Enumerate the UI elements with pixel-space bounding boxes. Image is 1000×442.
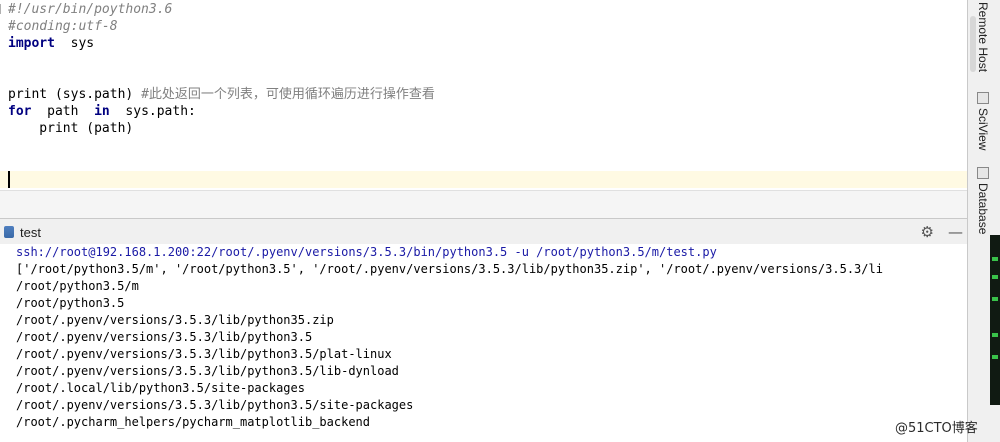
console-command-line: ssh://root@192.168.1.200:22/root/.pyenv/… xyxy=(16,245,717,259)
sidebar-tab-label: Remote Host xyxy=(976,2,990,73)
console-output-line: ['/root/python3.5/m', '/root/python3.5',… xyxy=(16,262,883,276)
loop-iterable: sys.path: xyxy=(109,104,196,119)
console-output-line: /root/.pycharm_helpers/pycharm_matplotli… xyxy=(16,415,371,429)
run-tab-test[interactable]: test xyxy=(0,219,41,245)
database-icon xyxy=(977,167,989,179)
watermark: @51CTO博客 xyxy=(895,421,978,436)
loop-variable: path xyxy=(31,104,95,119)
sidebar-tab-label: Database xyxy=(976,183,990,235)
code-line-print-sys-path: print (sys.path) #此处返回一个列表，可使用循环遍历进行操作查看 xyxy=(8,86,435,103)
run-panel-tools: ⚙ — xyxy=(921,223,963,241)
sidebar-tab-sciview[interactable]: SciView xyxy=(972,92,994,150)
sciview-icon xyxy=(977,92,989,104)
code-line-import: import sys xyxy=(8,35,94,52)
terminal-glyph xyxy=(992,275,998,279)
keyword-import: import xyxy=(8,36,55,51)
run-tab-label: test xyxy=(20,224,41,240)
import-target: sys xyxy=(54,36,95,51)
text-caret xyxy=(8,171,10,188)
run-console[interactable]: ssh://root@192.168.1.200:22/root/.pyenv/… xyxy=(0,244,967,442)
console-output-line: /root/python3.5/m xyxy=(16,279,139,293)
code-line-print-path: print (path) xyxy=(8,121,134,136)
console-output-line: /root/.local/lib/python3.5/site-packages xyxy=(16,381,305,395)
sidebar-tab-label: SciView xyxy=(976,108,990,151)
console-output-line: /root/.pyenv/versions/3.5.3/lib/python3.… xyxy=(16,347,392,361)
code-line-encoding: #conding:utf-8 xyxy=(8,19,118,34)
fold-marker[interactable] xyxy=(0,4,7,14)
code-line-for-loop: for path in sys.path: xyxy=(8,103,196,120)
gear-icon[interactable]: ⚙ xyxy=(921,223,934,241)
keyword-for: for xyxy=(8,104,32,119)
sidebar-tab-remote-host[interactable]: Remote Host xyxy=(972,2,994,72)
console-output-line: /root/.pyenv/versions/3.5.3/lib/python35… xyxy=(16,313,334,327)
terminal-glyph xyxy=(992,355,998,359)
keyword-in: in xyxy=(94,104,110,119)
print-call: print (sys.path) xyxy=(8,87,142,102)
terminal-glyph xyxy=(992,257,998,261)
terminal-glyph xyxy=(992,297,998,301)
code-line-shebang: #!/usr/bin/poython3.6 xyxy=(8,2,173,17)
python-file-icon xyxy=(4,226,14,238)
console-output-line: /root/.pyenv/versions/3.5.3/lib/python3.… xyxy=(16,398,414,412)
background-terminal-strip xyxy=(990,235,1000,405)
current-line-highlight xyxy=(0,171,967,188)
sidebar-tab-database[interactable]: Database xyxy=(972,167,994,234)
code-editor[interactable]: #!/usr/bin/poython3.6 #conding:utf-8 imp… xyxy=(0,0,967,190)
minimize-icon[interactable]: — xyxy=(948,223,963,241)
run-panel-header: test ⚙ — xyxy=(0,218,967,246)
inline-comment: #此处返回一个列表，可使用循环遍历进行操作查看 xyxy=(141,87,435,102)
console-output-line: /root/python3.5 xyxy=(16,296,125,310)
console-output-line: /root/.pyenv/versions/3.5.3/lib/python3.… xyxy=(16,330,313,344)
terminal-glyph xyxy=(992,333,998,337)
console-output-line: /root/.pyenv/versions/3.5.3/lib/python3.… xyxy=(16,364,399,378)
editor-bottom-gap xyxy=(0,190,967,219)
